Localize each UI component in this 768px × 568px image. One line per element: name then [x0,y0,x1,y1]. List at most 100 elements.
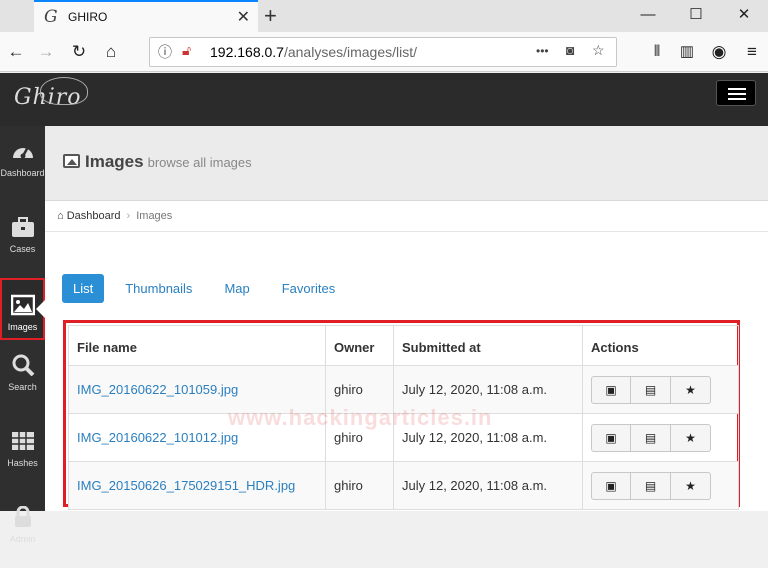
maximize-button[interactable]: ☐ [672,0,720,32]
back-icon[interactable]: ← [4,40,28,64]
sidebar-item-admin[interactable]: Admin [0,506,45,568]
account-icon[interactable]: ◉ [707,40,731,64]
url-text: 192.168.0.7/analyses/images/list/ [210,44,418,60]
reload-icon[interactable]: ↻ [67,40,91,64]
favorite-button[interactable]: ★ [671,471,711,500]
submitted-cell: July 12, 2020, 11:08 a.m. [393,413,583,462]
page-actions-icon[interactable]: ••• [536,44,549,58]
dashboard-icon [12,146,33,159]
file-link[interactable]: IMG_20160622_101059.jpg [77,382,238,397]
pocket-icon[interactable]: ◙ [566,42,574,58]
images-table: File name Owner Submitted at Actions IMG… [68,325,739,510]
submitted-cell: July 12, 2020, 11:08 a.m. [393,461,583,510]
view-details-button[interactable]: ▤ [631,375,671,404]
submitted-cell: July 12, 2020, 11:08 a.m. [393,365,583,414]
view-details-button[interactable]: ▤ [631,423,671,452]
sidebar-item-label: Hashes [7,458,38,468]
grid-icon [11,432,34,450]
actions-cell: ▣ ▤ ★ [582,413,739,462]
file-name-cell: IMG_20150626_175029151_HDR.jpg [68,461,326,510]
table-header-row: File name Owner Submitted at Actions [68,325,739,366]
table-row: IMG_20160622_101059.jpg ghiro July 12, 2… [68,365,739,414]
sidebar-item-dashboard[interactable]: Dashboard [0,140,45,202]
sidebar-item-search[interactable]: Search [0,354,45,416]
tab-favorites[interactable]: Favorites [271,274,346,303]
image-icon [63,154,80,168]
forward-icon[interactable]: → [34,40,58,64]
sidebar-item-label: Dashboard [0,168,45,178]
table-row: IMG_20150626_175029151_HDR.jpg ghiro Jul… [68,461,739,510]
home-icon[interactable]: ⌂ [99,40,123,64]
insecure-lock-icon[interactable]: 🔓︎ [182,42,191,59]
favorite-button[interactable]: ★ [671,423,711,452]
view-image-button[interactable]: ▣ [591,375,631,404]
page: Ghiro Dashboard Cases Images Search Hash… [0,73,768,544]
sidebar-item-label: Cases [9,244,36,254]
list-icon: ▤ [644,382,657,397]
column-header-owner: Owner [325,325,394,366]
owner-cell: ghiro [325,461,394,510]
search-icon [12,354,34,376]
app-topbar: Ghiro [0,73,768,126]
ghiro-favicon-icon: G [44,7,58,27]
site-info-icon[interactable]: ⓘ [158,42,172,62]
breadcrumb-current: Images [136,210,173,222]
sidebar-toggle-icon[interactable]: ▥ [675,40,699,64]
main-content: Images browse all images ⌂ Dashboard › Imag… [45,126,768,511]
logo-swirl-icon [40,77,88,105]
sidebar-item-label: Search [8,382,37,392]
home-icon: ⌂ [57,210,64,222]
page-header: Images browse all images [45,126,768,201]
browser-navbar: ← → ↻ ⌂ ⓘ 🔓︎ 192.168.0.7/analyses/images… [0,32,768,72]
lock-icon [14,506,31,527]
window-controls: — ☐ ✕ [624,0,768,32]
list-icon: ▤ [644,478,657,493]
tab-map[interactable]: Map [213,274,260,303]
briefcase-icon [11,217,34,237]
address-bar[interactable]: ⓘ 🔓︎ 192.168.0.7/analyses/images/list/ •… [149,37,617,67]
picture-icon: ▣ [605,382,617,397]
star-icon: ★ [685,478,696,493]
picture-icon: ▣ [605,430,617,445]
file-name-cell: IMG_20160622_101012.jpg [68,413,326,462]
owner-cell: ghiro [325,413,394,462]
star-icon: ★ [685,382,696,397]
browser-tabbar: G GHIRO ✕ + — ☐ ✕ [0,0,768,32]
hamburger-menu-button[interactable] [716,80,756,106]
breadcrumb-dashboard-link[interactable]: Dashboard [67,210,121,222]
tab-title: GHIRO [68,10,108,24]
sidebar-item-images[interactable]: Images [0,278,45,340]
picture-icon: ▣ [605,478,617,493]
favorite-button[interactable]: ★ [671,375,711,404]
column-header-actions: Actions [582,325,739,366]
sidebar-item-label: Images [7,322,38,332]
view-details-button[interactable]: ▤ [631,471,671,500]
ghiro-logo[interactable]: Ghiro [14,77,88,110]
sidebar: Dashboard Cases Images Search Hashes Adm… [0,126,45,544]
sidebar-item-cases[interactable]: Cases [0,216,45,278]
tab-close-icon[interactable]: ✕ [237,7,250,27]
star-icon: ★ [685,430,696,445]
list-icon: ▤ [644,430,657,445]
column-header-submitted-at: Submitted at [393,325,583,366]
tab-thumbnails[interactable]: Thumbnails [114,274,203,303]
view-image-button[interactable]: ▣ [591,423,631,452]
file-link[interactable]: IMG_20150626_175029151_HDR.jpg [77,478,295,493]
actions-cell: ▣ ▤ ★ [582,461,739,510]
images-table-highlight: File name Owner Submitted at Actions IMG… [63,320,740,510]
image-icon [10,294,35,316]
close-window-button[interactable]: ✕ [720,0,768,32]
sidebar-item-label: Admin [9,534,36,544]
sidebar-item-hashes[interactable]: Hashes [0,430,45,492]
menu-icon[interactable]: ≡ [740,40,764,64]
minimize-button[interactable]: — [624,0,672,32]
file-link[interactable]: IMG_20160622_101012.jpg [77,430,238,445]
file-name-cell: IMG_20160622_101059.jpg [68,365,326,414]
browser-tab[interactable]: G GHIRO ✕ [34,0,258,32]
tab-list[interactable]: List [62,274,105,303]
view-image-button[interactable]: ▣ [591,471,631,500]
bookmark-star-icon[interactable]: ☆ [592,42,605,59]
library-icon[interactable]: ⫴ [645,40,669,64]
new-tab-button[interactable]: + [264,3,277,29]
breadcrumb: ⌂ Dashboard › Images [45,201,768,232]
